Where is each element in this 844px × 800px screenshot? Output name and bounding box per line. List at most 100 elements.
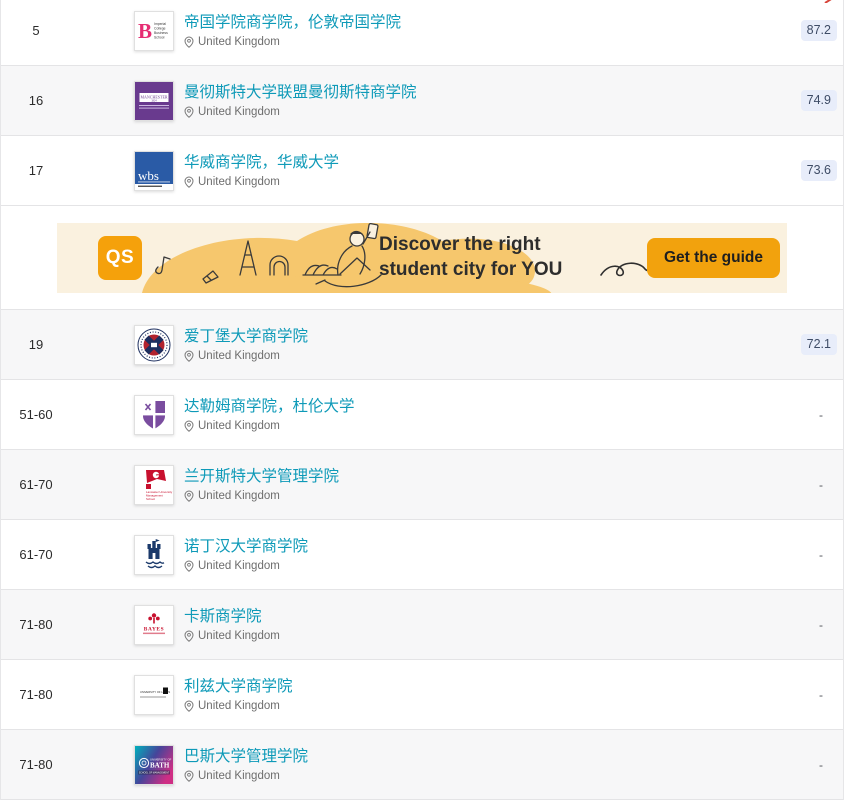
score-value: 72.1 — [801, 334, 837, 355]
location-pin-icon — [184, 700, 194, 712]
score-value: 74.9 — [801, 90, 837, 111]
score-value: - — [819, 408, 823, 422]
person-with-phone-doodle — [316, 223, 381, 286]
rank-cell: 71-80 — [1, 757, 71, 772]
get-the-guide-button[interactable]: Get the guide — [647, 238, 780, 278]
rank-cell: 16 — [1, 93, 71, 108]
rank-cell: 5 — [1, 23, 71, 38]
location-label: United Kingdom — [198, 490, 280, 502]
qs-logo: QS — [98, 236, 142, 280]
location-label: United Kingdom — [198, 560, 280, 572]
school-name-link[interactable]: 利兹大学商学院 — [184, 677, 293, 697]
school-name-link[interactable]: 兰开斯特大学管理学院 — [184, 467, 339, 487]
ranking-table: 5 BImperialCollegeBusinessSchool 帝国学院商学院… — [0, 0, 844, 800]
ad-headline: Discover the right student city for YOU — [379, 232, 562, 282]
location-pin-icon — [184, 36, 194, 48]
table-row[interactable]: 16 MANCHESTER1824 曼彻斯特大学联盟曼彻斯特商学院 United… — [1, 66, 843, 136]
location-pin-icon — [184, 490, 194, 502]
location-row: United Kingdom — [184, 106, 417, 118]
location-label: United Kingdom — [198, 420, 280, 432]
location-row: United Kingdom — [184, 36, 401, 48]
table-row[interactable]: 19 爱丁堡大学商学院 United Kingdom 72.1 — [1, 310, 843, 380]
svg-text:School: School — [146, 497, 155, 501]
location-pin-icon — [184, 770, 194, 782]
rank-cell: 71-80 — [1, 617, 71, 632]
location-row: United Kingdom — [184, 560, 308, 572]
school-name-link[interactable]: 帝国学院商学院，伦敦帝国学院 — [184, 13, 401, 33]
rank-cell: 61-70 — [1, 477, 71, 492]
location-row: United Kingdom — [184, 350, 308, 362]
nottingham-logo — [134, 535, 174, 575]
table-row[interactable]: 61-70 诺丁汉大学商学院 United Kingdom - — [1, 520, 843, 590]
location-pin-icon — [184, 420, 194, 432]
bayes-logo: BAYES — [134, 605, 174, 645]
table-row[interactable]: 51-60 达勒姆商学院，杜伦大学 United Kingdom - — [1, 380, 843, 450]
music-note-doodle — [156, 257, 170, 274]
score-value: - — [819, 548, 823, 562]
svg-text:Imperial: Imperial — [154, 22, 166, 26]
svg-text:SCHOOL OF MANAGEMENT: SCHOOL OF MANAGEMENT — [139, 771, 170, 774]
wbs-logo: wbs — [134, 151, 174, 191]
school-name-link[interactable]: 爱丁堡大学商学院 — [184, 327, 308, 347]
location-label: United Kingdom — [198, 106, 280, 118]
location-pin-icon — [184, 176, 194, 188]
eiffel-tower-doodle — [240, 241, 256, 275]
location-label: United Kingdom — [198, 176, 280, 188]
table-row[interactable]: 71-80 UNIVERSITY OF LEEDS 利兹大学商学院 United… — [1, 660, 843, 730]
score-value: - — [819, 688, 823, 702]
school-name-link[interactable]: 华威商学院，华威大学 — [184, 153, 339, 173]
svg-text:wbs: wbs — [138, 168, 159, 183]
location-row: United Kingdom — [184, 770, 308, 782]
edinburgh-logo — [134, 325, 174, 365]
ad-row: QS Discover the right student city for Y… — [1, 206, 843, 310]
ad-headline-line2: student city for YOU — [379, 257, 562, 282]
ad-banner[interactable]: QS Discover the right student city for Y… — [57, 223, 787, 293]
location-label: United Kingdom — [198, 630, 280, 642]
bath-logo: UNIVERSITY OFBATHSCHOOL OF MANAGEMENT — [134, 745, 174, 785]
location-row: United Kingdom — [184, 420, 355, 432]
score-value: 73.6 — [801, 160, 837, 181]
cutoff-trend-mark — [823, 0, 839, 3]
rank-cell: 51-60 — [1, 407, 71, 422]
pencil-doodle — [203, 271, 218, 283]
table-row[interactable]: 71-80 BAYES 卡斯商学院 United Kingdom - — [1, 590, 843, 660]
rank-cell: 19 — [1, 337, 71, 352]
score-value: 87.2 — [801, 20, 837, 41]
location-row: United Kingdom — [184, 176, 339, 188]
location-pin-icon — [184, 560, 194, 572]
rank-cell: 61-70 — [1, 547, 71, 562]
school-name-link[interactable]: 卡斯商学院 — [184, 607, 280, 627]
lancaster-logo: Lancaster UniversityManagementSchool — [134, 465, 174, 505]
imperial-logo: BImperialCollegeBusinessSchool — [134, 11, 174, 51]
score-value: - — [819, 758, 823, 772]
leeds-logo: UNIVERSITY OF LEEDS — [134, 675, 174, 715]
location-pin-icon — [184, 630, 194, 642]
svg-text:School: School — [154, 35, 165, 39]
table-row[interactable]: 61-70 Lancaster UniversityManagementScho… — [1, 450, 843, 520]
svg-text:BAYES: BAYES — [144, 626, 164, 632]
location-label: United Kingdom — [198, 700, 280, 712]
school-name-link[interactable]: 巴斯大学管理学院 — [184, 747, 308, 767]
location-label: United Kingdom — [198, 770, 280, 782]
location-row: United Kingdom — [184, 490, 339, 502]
location-label: United Kingdom — [198, 36, 280, 48]
table-row[interactable]: 5 BImperialCollegeBusinessSchool 帝国学院商学院… — [1, 0, 843, 66]
manchester-logo: MANCHESTER1824 — [134, 81, 174, 121]
location-label: United Kingdom — [198, 350, 280, 362]
table-row[interactable]: 17 wbs 华威商学院，华威大学 United Kingdom 73.6 — [1, 136, 843, 206]
rank-cell: 17 — [1, 163, 71, 178]
arch-doodle — [270, 256, 288, 275]
svg-text:College: College — [154, 26, 166, 30]
school-name-link[interactable]: 曼彻斯特大学联盟曼彻斯特商学院 — [184, 83, 417, 103]
svg-text:Business: Business — [154, 31, 168, 35]
score-value: - — [819, 478, 823, 492]
svg-text:1824: 1824 — [151, 99, 157, 102]
rank-cell: 71-80 — [1, 687, 71, 702]
durham-logo — [134, 395, 174, 435]
table-row[interactable]: 71-80 UNIVERSITY OFBATHSCHOOL OF MANAGEM… — [1, 730, 843, 800]
score-value: - — [819, 618, 823, 632]
school-name-link[interactable]: 诺丁汉大学商学院 — [184, 537, 308, 557]
location-row: United Kingdom — [184, 700, 293, 712]
opera-house-doodle — [303, 265, 341, 275]
school-name-link[interactable]: 达勒姆商学院，杜伦大学 — [184, 397, 355, 417]
